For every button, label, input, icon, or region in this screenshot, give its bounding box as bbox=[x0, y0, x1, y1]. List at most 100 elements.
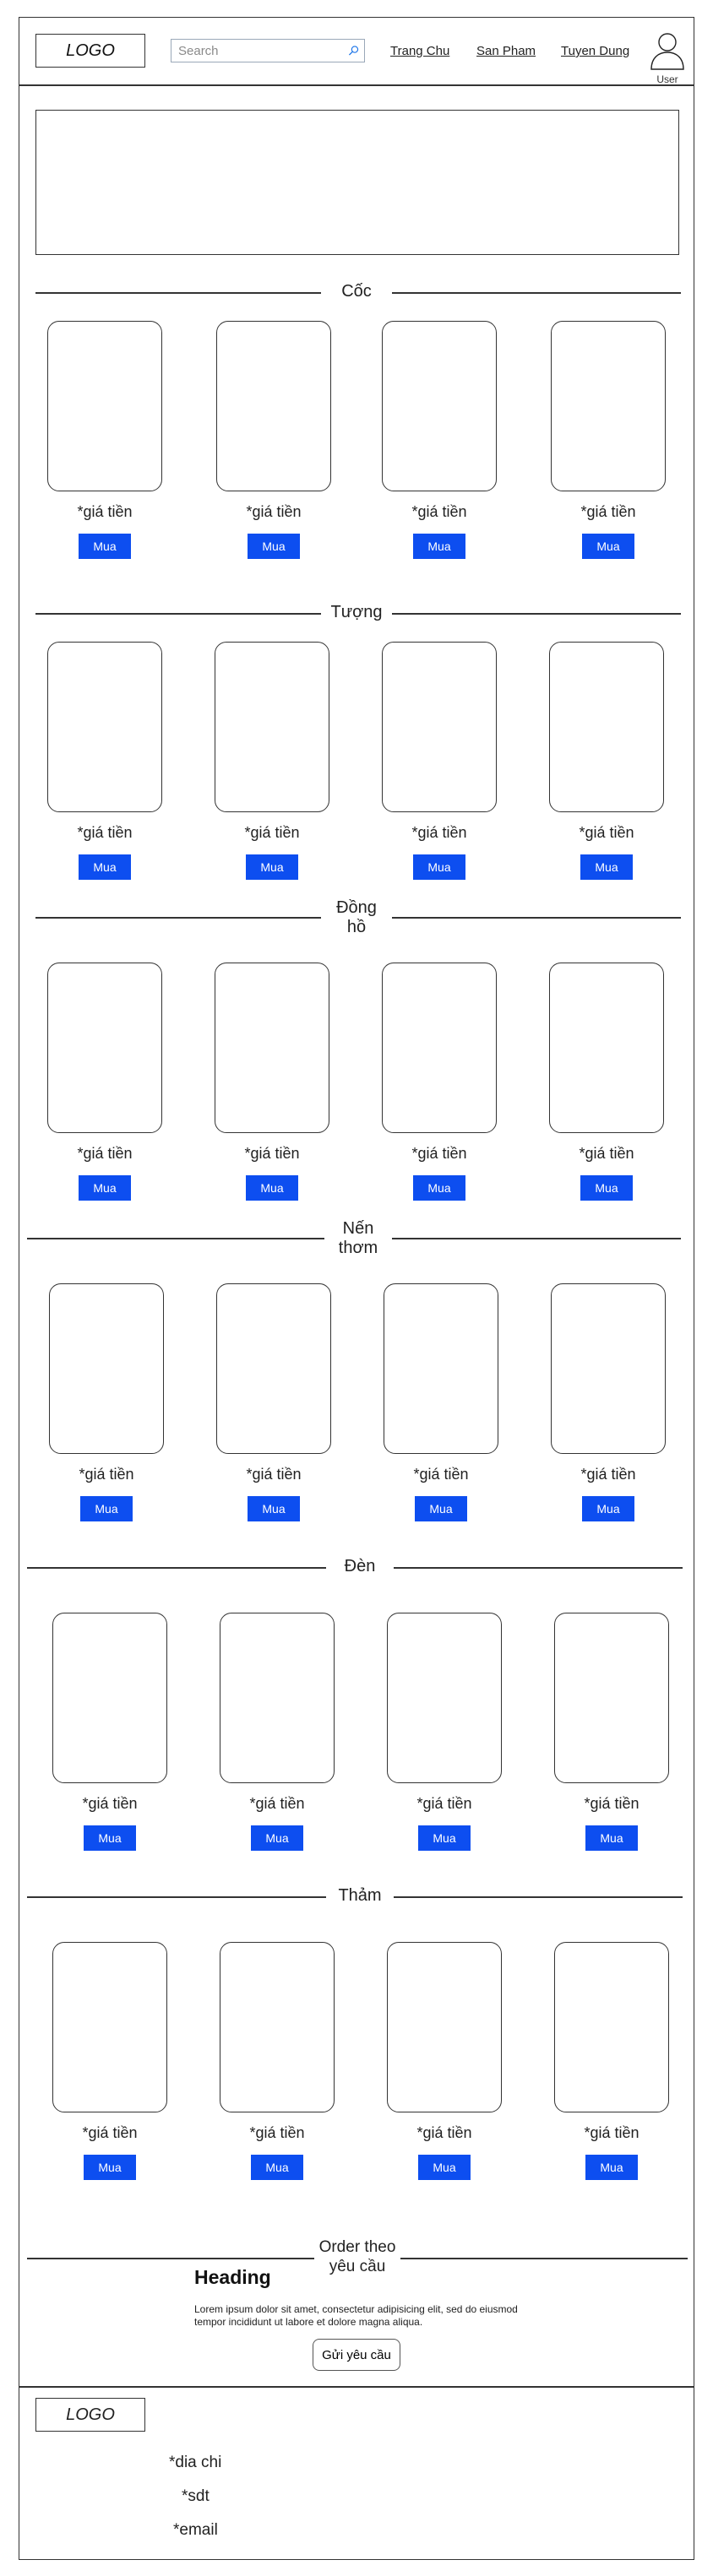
product-price: *giá tiền bbox=[411, 503, 467, 520]
buy-button[interactable]: Mua bbox=[251, 2155, 303, 2180]
buy-button[interactable]: Mua bbox=[84, 1825, 136, 1851]
buy-button[interactable]: Mua bbox=[582, 534, 634, 559]
product-image[interactable] bbox=[551, 321, 666, 491]
product-price: *giá tiền bbox=[411, 824, 467, 841]
buy-button[interactable]: Mua bbox=[251, 1825, 303, 1851]
product-image[interactable] bbox=[382, 963, 497, 1133]
product-image[interactable] bbox=[549, 963, 664, 1133]
section-title-line: Đồng bbox=[336, 898, 377, 917]
product-price: *giá tiền bbox=[249, 1795, 305, 1812]
footer-logo[interactable]: LOGO bbox=[35, 2398, 145, 2432]
product-price: *giá tiền bbox=[416, 2124, 472, 2141]
product-image[interactable] bbox=[216, 321, 331, 491]
buy-button[interactable]: Mua bbox=[413, 854, 465, 880]
product-image[interactable] bbox=[52, 1613, 167, 1783]
product-price: *giá tiền bbox=[579, 824, 634, 841]
product-price: *giá tiền bbox=[579, 1145, 634, 1162]
buy-button[interactable]: Mua bbox=[79, 854, 131, 880]
section-divider-right bbox=[392, 292, 681, 294]
product-price: *giá tiền bbox=[77, 503, 133, 520]
product-image[interactable] bbox=[216, 1283, 331, 1454]
section-title: Cốc bbox=[321, 282, 392, 301]
section-title-line: Nến bbox=[342, 1219, 374, 1238]
product-image[interactable] bbox=[549, 642, 664, 812]
buy-button[interactable]: Mua bbox=[246, 854, 298, 880]
send-request-button[interactable]: Gửi yêu cầu bbox=[313, 2339, 400, 2371]
buy-button[interactable]: Mua bbox=[84, 2155, 136, 2180]
section-divider-left bbox=[27, 1567, 326, 1569]
header-divider bbox=[19, 84, 694, 86]
search-input[interactable] bbox=[177, 42, 348, 59]
order-title-line: Order theo bbox=[318, 2238, 396, 2256]
buy-button[interactable]: Mua bbox=[79, 534, 131, 559]
product-image[interactable] bbox=[215, 963, 329, 1133]
nav-link-tuyen-dung[interactable]: Tuyen Dung bbox=[561, 44, 629, 58]
section-title-line: hồ bbox=[346, 918, 367, 936]
order-title-line: yêu cầu bbox=[329, 2258, 386, 2275]
product-image[interactable] bbox=[387, 1613, 502, 1783]
section-title: Đồng hồ bbox=[321, 898, 392, 937]
product-image[interactable] bbox=[387, 1942, 502, 2112]
buy-button[interactable]: Mua bbox=[79, 1175, 131, 1201]
buy-button[interactable]: Mua bbox=[413, 1175, 465, 1201]
search-icon[interactable] bbox=[348, 43, 359, 58]
section-divider-right bbox=[392, 613, 681, 615]
product-image[interactable] bbox=[554, 1942, 669, 2112]
product-image[interactable] bbox=[215, 642, 329, 812]
product-image[interactable] bbox=[554, 1613, 669, 1783]
hero-banner bbox=[35, 110, 679, 255]
product-price: *giá tiền bbox=[246, 1466, 302, 1483]
section-divider-left bbox=[35, 917, 321, 919]
product-image[interactable] bbox=[382, 321, 497, 491]
buy-button[interactable]: Mua bbox=[415, 1496, 467, 1521]
buy-button[interactable]: Mua bbox=[418, 2155, 471, 2180]
product-price: *giá tiền bbox=[584, 1795, 640, 1812]
section-divider-left bbox=[27, 1896, 326, 1898]
product-image[interactable] bbox=[220, 1942, 335, 2112]
product-image[interactable] bbox=[384, 1283, 498, 1454]
product-price: *giá tiền bbox=[77, 824, 133, 841]
search-bar[interactable] bbox=[171, 39, 365, 62]
user-menu[interactable]: User bbox=[649, 25, 686, 85]
footer-phone: *sdt bbox=[182, 2487, 210, 2505]
order-divider-right bbox=[400, 2258, 688, 2259]
section-title: Đèn bbox=[326, 1557, 394, 1576]
section-divider-left bbox=[27, 1238, 324, 1239]
product-image[interactable] bbox=[52, 1942, 167, 2112]
section-title-line: Cốc bbox=[341, 282, 372, 301]
buy-button[interactable]: Mua bbox=[248, 1496, 300, 1521]
buy-button[interactable]: Mua bbox=[585, 2155, 638, 2180]
buy-button[interactable]: Mua bbox=[246, 1175, 298, 1201]
buy-button[interactable]: Mua bbox=[418, 1825, 471, 1851]
product-price: *giá tiền bbox=[249, 2124, 305, 2141]
product-price: *giá tiền bbox=[244, 1145, 300, 1162]
section-divider-left bbox=[35, 292, 321, 294]
section-title: Nến thơm bbox=[324, 1219, 392, 1258]
section-divider-right bbox=[392, 1238, 681, 1239]
buy-button[interactable]: Mua bbox=[413, 534, 465, 559]
section-title-line: Thảm bbox=[338, 1886, 382, 1905]
product-image[interactable] bbox=[47, 642, 162, 812]
user-icon[interactable] bbox=[649, 25, 686, 71]
section-divider-right bbox=[394, 1567, 683, 1569]
buy-button[interactable]: Mua bbox=[80, 1496, 133, 1521]
logo[interactable]: LOGO bbox=[35, 34, 145, 68]
buy-button[interactable]: Mua bbox=[582, 1496, 634, 1521]
product-image[interactable] bbox=[551, 1283, 666, 1454]
buy-button[interactable]: Mua bbox=[580, 1175, 633, 1201]
order-heading: Heading bbox=[194, 2266, 271, 2288]
product-image[interactable] bbox=[220, 1613, 335, 1783]
product-image[interactable] bbox=[49, 1283, 164, 1454]
buy-button[interactable]: Mua bbox=[580, 854, 633, 880]
section-title-line: Đèn bbox=[344, 1557, 376, 1575]
buy-button[interactable]: Mua bbox=[248, 534, 300, 559]
product-image[interactable] bbox=[47, 321, 162, 491]
nav-link-san-pham[interactable]: San Pham bbox=[476, 44, 536, 58]
buy-button[interactable]: Mua bbox=[585, 1825, 638, 1851]
product-price: *giá tiền bbox=[416, 1795, 472, 1812]
nav-link-trang-chu[interactable]: Trang Chu bbox=[390, 44, 449, 58]
product-image[interactable] bbox=[47, 963, 162, 1133]
product-price: *giá tiền bbox=[246, 503, 302, 520]
product-image[interactable] bbox=[382, 642, 497, 812]
section-title-line: Tượng bbox=[330, 603, 383, 621]
